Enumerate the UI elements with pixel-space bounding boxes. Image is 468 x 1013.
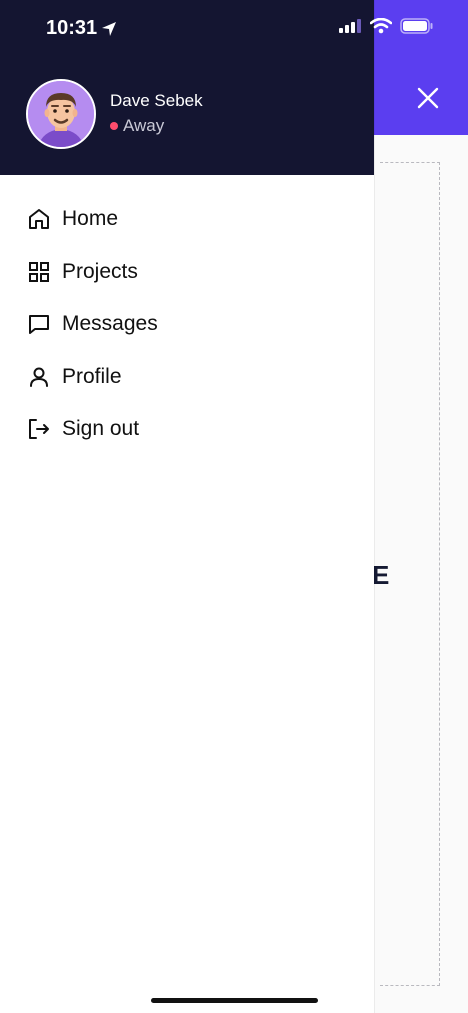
menu-item-label: Messages	[62, 312, 158, 336]
menu-item-label: Home	[62, 207, 119, 231]
signal-icon	[339, 19, 361, 33]
message-icon	[26, 311, 52, 337]
time-text: 10:31	[46, 17, 98, 39]
wifi-icon	[370, 18, 392, 34]
drawer-menu: Home Projects Messages Profile Sign out	[0, 193, 374, 456]
partial-heading: E	[372, 560, 391, 590]
menu-item-sign-out[interactable]: Sign out	[0, 403, 374, 456]
menu-item-home[interactable]: Home	[0, 193, 374, 246]
menu-item-label: Profile	[62, 364, 122, 388]
battery-icon	[400, 18, 433, 34]
avatar-image	[28, 81, 94, 147]
user-status-label: Away	[123, 116, 165, 135]
home-icon	[26, 206, 52, 232]
navigation-drawer: Dave Sebek Away Home Projects Messages P…	[0, 0, 374, 1013]
avatar[interactable]	[26, 79, 96, 149]
home-indicator[interactable]	[151, 998, 318, 1003]
menu-item-label: Projects	[62, 259, 138, 283]
grid-icon	[26, 259, 52, 285]
menu-item-projects[interactable]: Projects	[0, 246, 374, 299]
status-icons	[338, 18, 434, 34]
user-name: Dave Sebek	[110, 91, 203, 110]
user-icon	[26, 364, 52, 390]
sign-out-icon	[26, 416, 52, 442]
close-button[interactable]	[410, 80, 446, 116]
clock: 10:31	[46, 17, 117, 40]
menu-item-profile[interactable]: Profile	[0, 351, 374, 404]
location-arrow-icon	[102, 21, 117, 36]
user-status: Away	[110, 116, 164, 136]
menu-item-messages[interactable]: Messages	[0, 298, 374, 351]
status-dot	[110, 122, 118, 130]
menu-item-label: Sign out	[62, 417, 140, 441]
close-icon	[417, 87, 439, 109]
status-bar: 10:31	[0, 0, 468, 56]
